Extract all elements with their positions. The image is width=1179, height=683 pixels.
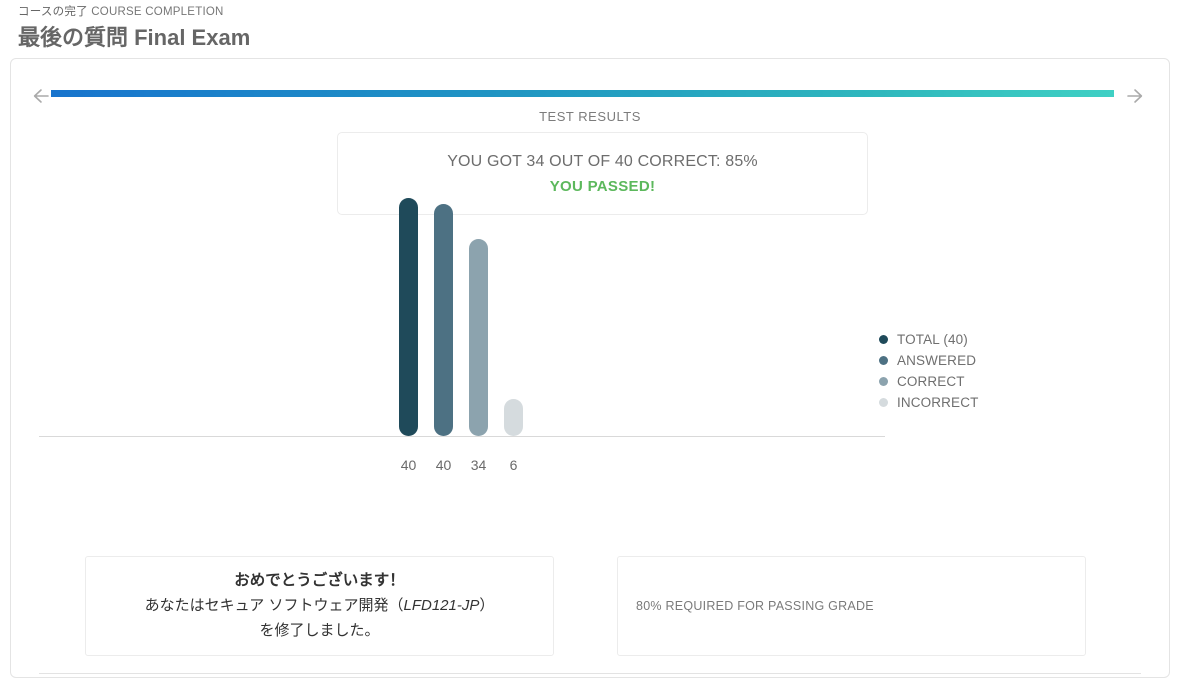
- passing-grade-box: 80% REQUIRED FOR PASSING GRADE: [617, 556, 1086, 656]
- congratulations-box: おめでとうございます！ あなたはセキュア ソフトウェア開発（LFD121-JP）…: [85, 556, 554, 656]
- legend-label: INCORRECT: [897, 395, 979, 410]
- breadcrumb-label-jp: コースの完了: [18, 6, 88, 18]
- next-arrow-icon[interactable]: [1116, 79, 1150, 113]
- page-root: コースの完了 COURSE COMPLETION 最後の質問 Final Exa…: [0, 0, 1179, 683]
- congratulations-line1-pre: あなたはセキュア ソフトウェア開発（: [144, 597, 404, 614]
- legend-label: TOTAL (40): [897, 332, 968, 347]
- exam-results-card: TEST RESULTS YOU GOT 34 OUT OF 40 CORREC…: [10, 58, 1170, 678]
- results-chart: 40 40 34 6 TOTAL (40) ANSWERED CORRECT I…: [11, 198, 1169, 519]
- congratulations-line1: あなたはセキュア ソフトウェア開発（LFD121-JP）: [145, 593, 495, 618]
- bar-column: [504, 399, 523, 436]
- legend-item-total: TOTAL (40): [879, 332, 978, 347]
- bar-column: [434, 204, 453, 436]
- breadcrumb: コースの完了 COURSE COMPLETION: [18, 4, 918, 20]
- page-title: 最後の質問 Final Exam: [18, 25, 251, 50]
- legend-item-answered: ANSWERED: [879, 353, 978, 368]
- bottom-divider: [39, 673, 1141, 674]
- score-summary: YOU GOT 34 OUT OF 40 CORRECT: 85%: [447, 152, 758, 170]
- bar-total: [399, 198, 418, 436]
- legend-item-incorrect: INCORRECT: [879, 395, 978, 410]
- bar-value-total: 40: [400, 457, 417, 473]
- legend-dot-icon: [879, 335, 888, 344]
- bar-value-correct: 34: [470, 457, 487, 473]
- bar-value-answered: 40: [435, 457, 452, 473]
- chart-bars: [399, 198, 523, 436]
- bar-answered: [434, 204, 453, 436]
- bar-column: [399, 198, 418, 436]
- test-results-label: TEST RESULTS: [539, 109, 641, 124]
- chart-baseline: [39, 436, 885, 437]
- breadcrumb-label-en: COURSE COMPLETION: [91, 6, 224, 18]
- congratulations-line1-post: ）: [479, 597, 495, 614]
- legend-dot-icon: [879, 356, 888, 365]
- congratulations-title: おめでとうございます！: [234, 572, 405, 589]
- legend-dot-icon: [879, 398, 888, 407]
- pass-status: YOU PASSED!: [549, 177, 656, 195]
- bar-correct: [469, 239, 488, 436]
- congratulations-line2: を修了しました。: [259, 622, 380, 639]
- legend-dot-icon: [879, 377, 888, 386]
- page-header: コースの完了 COURSE COMPLETION 最後の質問 Final Exa…: [18, 4, 918, 53]
- legend-label: CORRECT: [897, 374, 965, 389]
- bar-incorrect: [504, 399, 523, 436]
- legend-label: ANSWERED: [897, 353, 977, 368]
- passing-grade-requirement: 80% REQUIRED FOR PASSING GRADE: [636, 599, 874, 613]
- chart-plot: 40 40 34 6: [39, 198, 885, 499]
- chart-bar-labels: 40 40 34 6: [399, 457, 523, 473]
- legend-item-correct: CORRECT: [879, 374, 978, 389]
- chart-legend: TOTAL (40) ANSWERED CORRECT INCORRECT: [879, 332, 978, 410]
- bar-value-incorrect: 6: [509, 457, 518, 473]
- bar-column: [469, 239, 488, 436]
- course-progress-bar: [51, 90, 1114, 97]
- course-code: LFD121-JP: [403, 597, 480, 614]
